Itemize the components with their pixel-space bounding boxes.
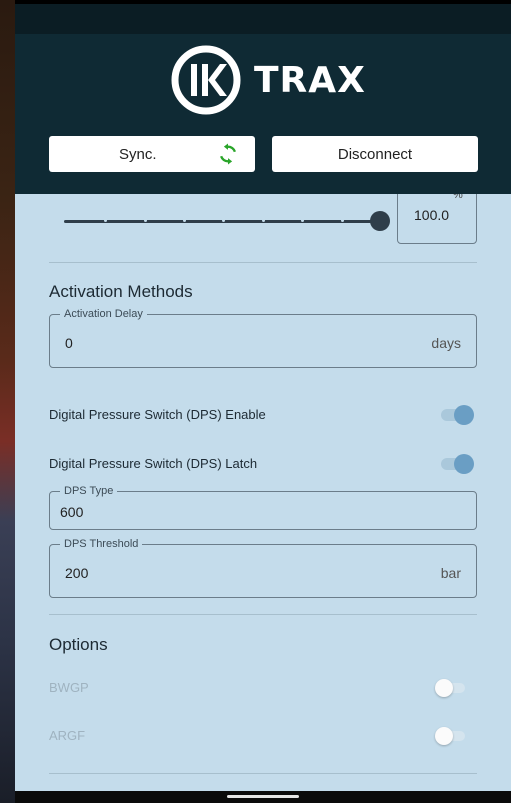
slider-tick <box>144 219 147 222</box>
app-header: TRAX Sync. Disconnect <box>15 34 511 194</box>
toggle-thumb <box>435 727 453 745</box>
toggle-thumb <box>454 454 474 474</box>
bwgp-toggle[interactable] <box>435 679 467 697</box>
home-indicator[interactable] <box>227 795 299 798</box>
refresh-icon <box>219 143 237 165</box>
dps-threshold-value: 200 <box>65 565 89 581</box>
section-divider <box>49 614 477 615</box>
bwgp-label: BWGP <box>49 680 89 695</box>
dps-type-value: 600 <box>60 504 84 520</box>
slider-thumb[interactable] <box>370 211 390 231</box>
dps-latch-row: Digital Pressure Switch (DPS) Latch <box>49 452 477 476</box>
activation-delay-value: 0 <box>65 335 73 351</box>
activation-delay-label: Activation Delay <box>60 307 147 321</box>
activation-methods-title: Activation Methods <box>49 282 193 301</box>
dps-enable-toggle[interactable] <box>441 405 474 425</box>
toggle-thumb <box>435 679 453 697</box>
percent-value: 100.0 <box>414 207 450 223</box>
dps-threshold-label: DPS Threshold <box>60 537 143 551</box>
dps-threshold-field[interactable]: DPS Threshold 200 bar <box>49 537 477 598</box>
section-divider <box>49 773 477 774</box>
section-divider <box>49 262 477 263</box>
navigation-bar <box>15 791 511 803</box>
slider-tick <box>301 219 304 222</box>
dps-enable-row: Digital Pressure Switch (DPS) Enable <box>49 403 477 427</box>
dps-type-field[interactable]: DPS Type 600 <box>49 484 477 530</box>
brand-name: TRAX <box>254 59 366 101</box>
activation-delay-field[interactable]: Activation Delay 0 days <box>49 307 477 368</box>
sync-button-label: Sync. <box>119 145 157 163</box>
activation-delay-unit: days <box>431 335 461 351</box>
dps-threshold-unit: bar <box>440 565 461 581</box>
disconnect-button[interactable]: Disconnect <box>272 136 478 172</box>
slider-tick <box>222 219 225 222</box>
slider-tick <box>104 219 107 222</box>
slider-tick <box>262 219 265 222</box>
argf-toggle[interactable] <box>435 727 467 745</box>
slider-tick <box>341 219 344 222</box>
argf-row: ARGF <box>49 724 477 748</box>
options-title: Options <box>49 635 108 654</box>
dps-latch-label: Digital Pressure Switch (DPS) Latch <box>49 456 258 471</box>
toggle-thumb <box>454 405 474 425</box>
brand-logo: TRAX <box>170 44 366 116</box>
background-wallpaper-strip <box>0 0 15 803</box>
app-window: TRAX Sync. Disconnect 100.0 % Activation… <box>15 4 511 793</box>
bwgp-row: BWGP <box>49 676 477 700</box>
slider-tick <box>183 219 186 222</box>
sync-button[interactable]: Sync. <box>49 136 255 172</box>
dps-type-label: DPS Type <box>60 484 118 498</box>
argf-label: ARGF <box>49 728 86 743</box>
status-bar <box>15 4 511 34</box>
dps-enable-label: Digital Pressure Switch (DPS) Enable <box>49 407 266 422</box>
dps-latch-toggle[interactable] <box>441 454 474 474</box>
ik-logo-icon <box>171 45 241 115</box>
